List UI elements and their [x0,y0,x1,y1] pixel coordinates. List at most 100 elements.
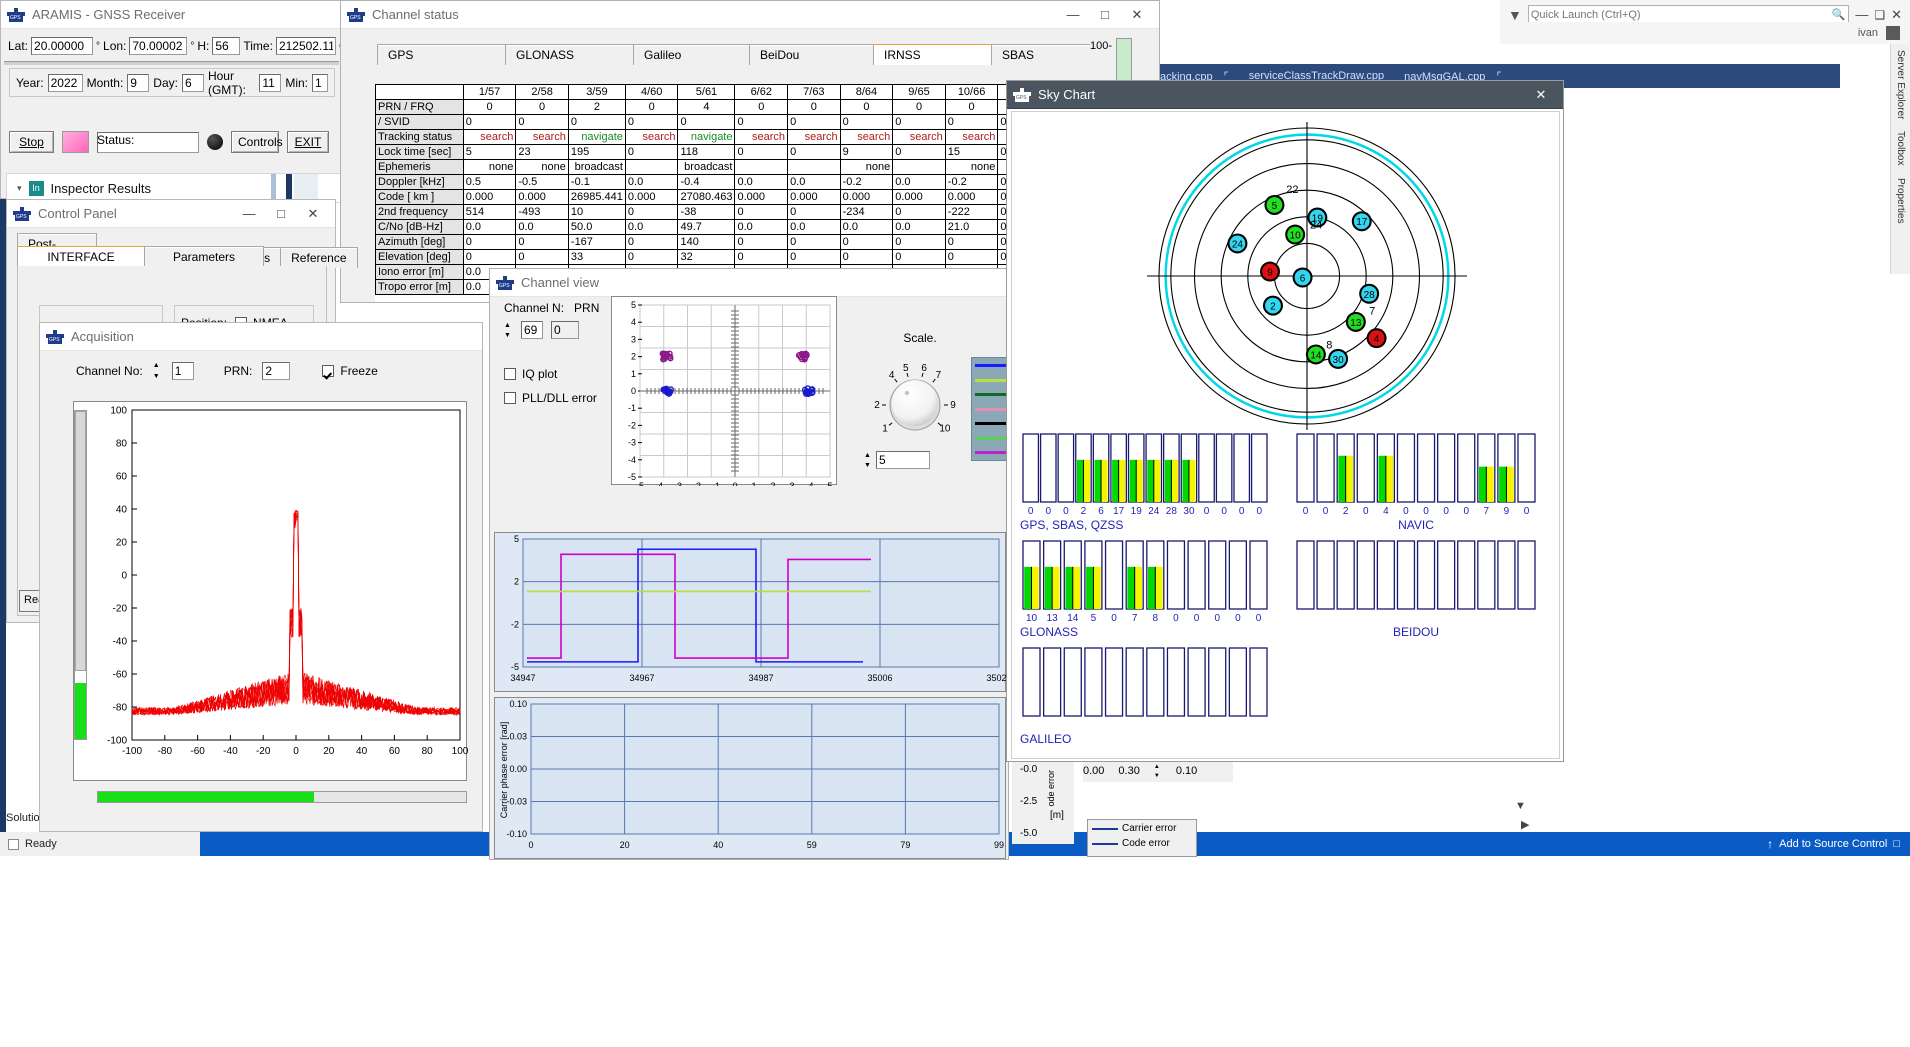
table-cell[interactable]: 0 [462,99,517,115]
maximize-button[interactable]: □ [1089,2,1121,28]
scale-knob[interactable]: 1245 67910 [860,357,970,449]
channel-view-prn-input[interactable] [551,321,579,339]
acquisition-vscroll-thumb[interactable] [75,411,86,671]
table-cell[interactable] [624,159,679,175]
table-cell[interactable]: 0.0 [462,219,517,235]
table-cell[interactable]: 0 [787,114,841,130]
table-cell[interactable]: -38 [677,204,736,220]
table-cell[interactable]: 0.0 [787,174,841,190]
table-cell[interactable]: 0 [734,249,789,265]
table-cell[interactable]: 0 [734,114,789,130]
table-cell[interactable]: 0.000 [624,189,679,205]
table-cell[interactable] [892,159,946,175]
filter-icon[interactable]: ▼ [1508,7,1522,23]
table-cell[interactable]: none [839,159,894,175]
add-to-source-control[interactable]: Add to Source Control [1779,838,1887,850]
ide-scroll-right[interactable]: ▶ [1521,818,1529,831]
table-cell[interactable]: 23 [515,144,569,160]
table-cell[interactable]: 10 [567,204,626,220]
table-cell[interactable]: 140 [677,234,736,250]
table-cell[interactable]: 0.0 [624,219,679,235]
table-cell[interactable]: 0 [515,249,569,265]
table-cell[interactable]: 0 [734,99,789,115]
table-cell[interactable]: 50.0 [567,219,626,235]
table-cell[interactable]: 0 [892,114,946,130]
close-icon[interactable]: ✕ [1891,7,1902,23]
chevron-down-icon[interactable]: ▾ [17,183,22,194]
acquisition-chart[interactable]: 100 80 60 40 20 0 -20 -40 -60 -80 -100 -100 -80 -60 -… [73,401,468,781]
hour-input[interactable] [259,73,282,92]
table-cell[interactable]: 0 [787,99,841,115]
table-cell[interactable]: 27080.463 [677,189,736,205]
table-cell[interactable]: -167 [567,234,626,250]
close-button[interactable]: ✕ [297,201,329,227]
table-cell[interactable]: search [462,129,517,145]
table-cell[interactable]: 0 [787,249,841,265]
channel-status-titlebar[interactable]: GPS Channel status — □ ✕ [341,1,1159,29]
stop-button[interactable]: Stop [9,131,54,153]
prn-input[interactable] [262,362,291,380]
control-panel-titlebar[interactable]: GPS Control Panel — □ ✕ [7,200,335,228]
channel-n-spinner[interactable]: ▲ ▼ [504,322,513,339]
tab-glonass[interactable]: GLONASS [505,44,634,65]
sidebar-item-properties[interactable]: Properties [1891,172,1910,230]
tab-gps[interactable]: GPS [377,44,506,65]
table-cell[interactable]: -0.4 [677,174,736,190]
day-input[interactable] [181,73,204,92]
ide-user-name[interactable]: ivan [1858,27,1878,39]
year-input[interactable] [47,73,83,92]
aramis-titlebar[interactable]: GPS ARAMIS - GNSS Receiver [1,1,340,29]
table-cell[interactable]: 0 [892,204,946,220]
table-cell[interactable]: 9 [839,144,894,160]
table-cell[interactable]: 0.000 [462,189,517,205]
sky-chart-titlebar[interactable]: GPS Sky Chart ✕ [1007,81,1563,109]
table-cell[interactable]: navigate [567,129,626,145]
lat-input[interactable] [31,37,94,55]
table-cell[interactable]: search [787,129,841,145]
trace-plot[interactable]: 5 2 -2 -5 34947 34967 34987 35006 35026 [494,532,1007,692]
minimize-button[interactable]: — [1057,2,1089,28]
table-cell[interactable]: 0.000 [839,189,894,205]
pll-dll-checkbox-row[interactable]: PLL/DLL error [504,391,614,405]
table-cell[interactable] [734,159,789,175]
tab-beidou[interactable]: BeiDou [749,44,874,65]
tab-interface[interactable]: INTERFACE [17,246,145,267]
table-cell[interactable]: 0 [677,114,736,130]
table-cell[interactable]: 0 [734,144,789,160]
ide-scroll-down[interactable]: ▼ [1515,800,1526,812]
table-cell[interactable]: 33 [567,249,626,265]
table-cell[interactable]: 2 [567,99,626,115]
acquisition-titlebar[interactable]: GPS Acquisition [40,323,482,351]
iq-scatter-plot[interactable]: 5 4 3 2 1 0 -1 -2 -3 -4 -5 -5 -4 -3 -2 -1 0 1 2 3 4 5 [611,296,837,486]
table-cell[interactable]: 195 [567,144,626,160]
acquisition-progress[interactable] [97,791,467,803]
table-cell[interactable]: 0.000 [734,189,789,205]
search-icon[interactable]: 🔍 [1832,8,1846,21]
controls-button[interactable]: Controls [231,131,283,153]
table-cell[interactable]: 0.0 [787,219,841,235]
channel-no-spinner[interactable]: ▲ ▼ [153,362,162,380]
table-cell[interactable]: broadcast [567,159,626,175]
scale-spinner[interactable]: ▲ ▼ [864,452,873,469]
table-cell[interactable]: 0 [892,249,946,265]
table-cell[interactable]: 0.5 [462,174,517,190]
minimize-button[interactable]: — [233,201,265,227]
freeze-checkbox[interactable] [322,365,335,377]
tab-galileo[interactable]: Galileo [633,44,750,65]
pll-dll-checkbox[interactable] [504,392,516,404]
status-input[interactable] [97,131,199,153]
table-cell[interactable]: 0 [624,144,679,160]
height-input[interactable] [212,37,241,55]
table-cell[interactable]: 0 [624,204,679,220]
table-cell[interactable]: 0 [787,144,841,160]
table-cell[interactable]: 0.0 [892,174,946,190]
table-cell[interactable]: 5 [462,144,517,160]
table-cell[interactable]: -222 [944,204,999,220]
iq-plot-checkbox[interactable] [504,368,516,380]
table-cell[interactable]: search [892,129,946,145]
table-cell[interactable]: 0 [944,234,999,250]
table-cell[interactable]: -0.1 [567,174,626,190]
table-cell[interactable]: 0.0 [839,219,894,235]
time-input[interactable] [275,37,336,55]
table-cell[interactable]: 0 [839,249,894,265]
